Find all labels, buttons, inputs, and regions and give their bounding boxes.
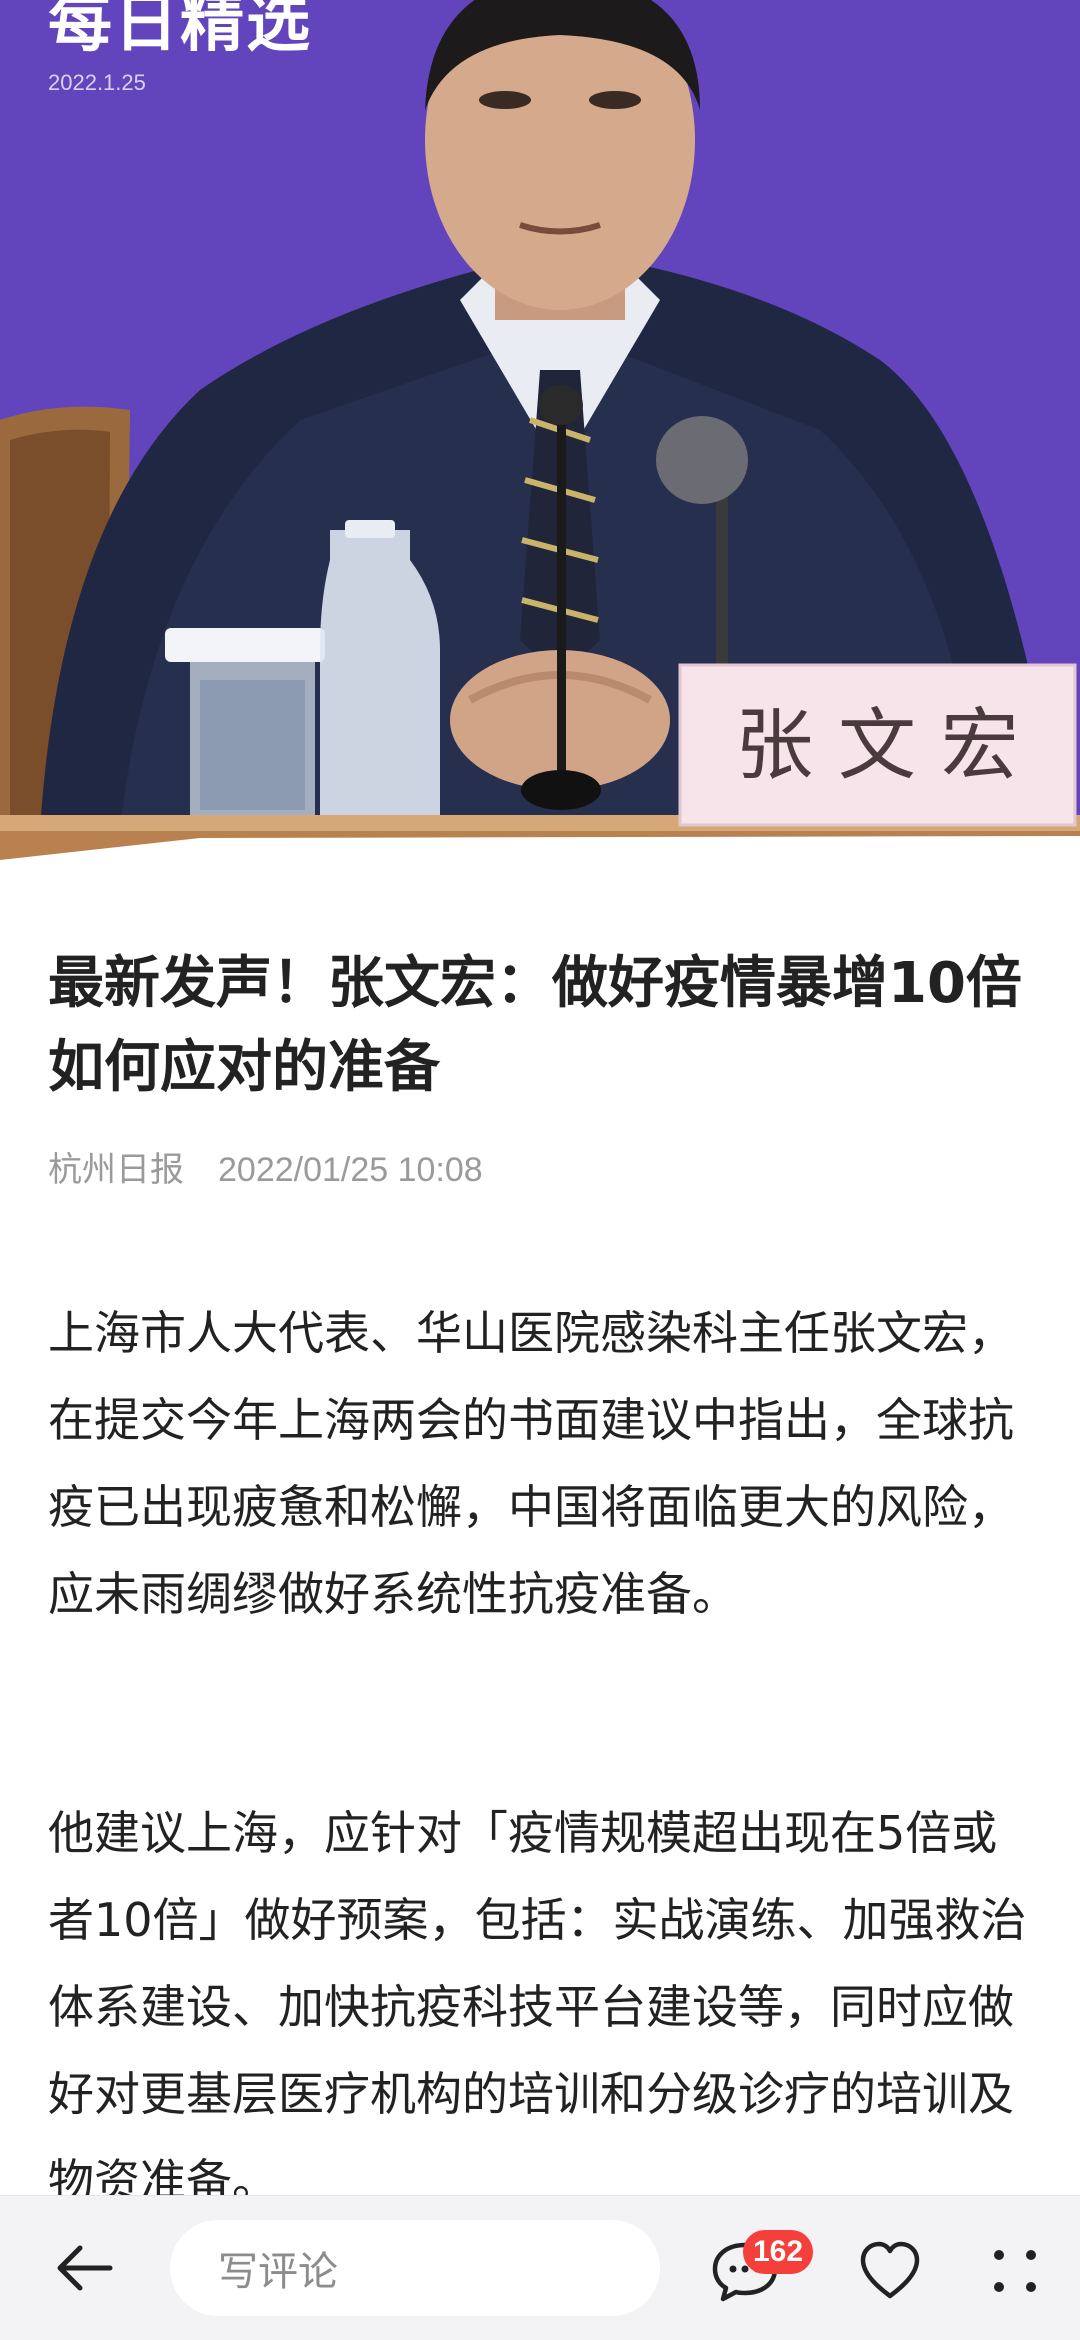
hero-title: 每日精选 <box>48 0 312 61</box>
arrow-left-icon <box>57 2245 113 2291</box>
article-source[interactable]: 杭州日报 <box>48 1150 184 1190</box>
hero-date: 2022.1.25 <box>48 70 146 95</box>
hero-bottom-cut <box>0 836 1080 880</box>
comment-input[interactable]: 写评论 <box>170 2220 660 2316</box>
hero-image[interactable]: 张 文 宏 每日精选 2022.1.25 <box>0 0 1080 880</box>
more-dots-icon <box>994 2250 1036 2292</box>
bottom-action-bar: 写评论 162 <box>0 2195 1080 2340</box>
like-button[interactable] <box>845 2226 935 2316</box>
back-button[interactable] <box>44 2228 124 2308</box>
article-meta: 杭州日报 2022/01/25 10:08 <box>48 1142 483 1191</box>
comment-count-badge: 162 <box>743 2230 814 2274</box>
article-datetime: 2022/01/25 10:08 <box>218 1151 483 1189</box>
article-headline: 最新发声！张文宏：做好疫情暴增10倍如何应对的准备 <box>48 951 1022 1100</box>
article-paragraph: 上海市人大代表、华山医院感染科主任张文宏，在提交今年上海两会的书面建议中指出，全… <box>48 1306 1014 1621</box>
article-page: 张 文 宏 每日精选 2022.1.25 最新发声！张文宏：做好疫情暴增10倍如… <box>0 0 1080 2340</box>
more-button[interactable] <box>970 2226 1060 2316</box>
article-paragraph: 他建议上海，应针对「疫情规模超出现在5倍或者10倍」做好预案，包括：实战演练、加… <box>48 1806 1027 2208</box>
heart-icon <box>860 2241 920 2299</box>
